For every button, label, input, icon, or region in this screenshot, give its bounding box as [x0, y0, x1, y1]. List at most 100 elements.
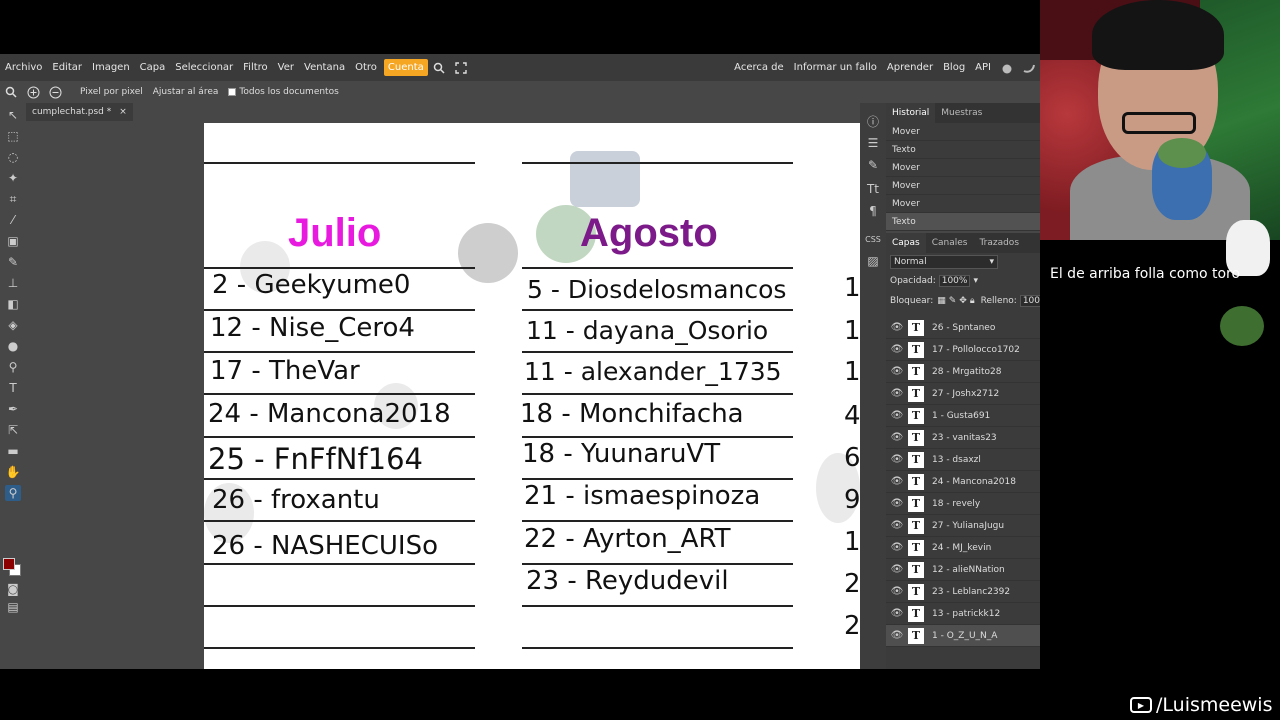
blend-mode-select[interactable]: Normal ▾: [890, 255, 998, 269]
history-item[interactable]: Mover: [886, 123, 1040, 141]
menu-editar[interactable]: Editar: [47, 62, 87, 73]
menu-blog[interactable]: Blog: [938, 62, 970, 73]
magic-wand-icon[interactable]: ✦: [5, 170, 21, 186]
close-icon[interactable]: ×: [119, 103, 127, 121]
menu-seleccionar[interactable]: Seleccionar: [170, 62, 238, 73]
fill-input[interactable]: 100%: [1019, 295, 1040, 307]
css-icon[interactable]: CSS: [865, 231, 881, 247]
zoom-out-icon[interactable]: [48, 85, 62, 99]
stamp-tool-icon[interactable]: ⊥: [5, 275, 21, 291]
foreground-color-swatch[interactable]: [3, 558, 15, 570]
brush-settings-icon[interactable]: ✎: [865, 157, 881, 173]
layer-row[interactable]: 👁︎ T 18 - revely: [886, 493, 1040, 515]
lock-all-icon[interactable]: 🔒︎: [970, 296, 975, 306]
dodge-tool-icon[interactable]: ⚲: [5, 359, 21, 375]
canvas[interactable]: Julio 2 - Geekyume0 12 - Nise_Cero4 17 -…: [204, 123, 860, 669]
menu-otro[interactable]: Otro: [350, 62, 382, 73]
zoom-in-icon[interactable]: [26, 85, 40, 99]
layer-row[interactable]: 👁︎ T 12 - alieNNation: [886, 559, 1040, 581]
menu-about[interactable]: Acerca de: [729, 62, 789, 73]
layer-row[interactable]: 👁︎ T 23 - vanitas23: [886, 427, 1040, 449]
zoom-icon[interactable]: [4, 85, 18, 99]
opacity-input[interactable]: 100%: [938, 275, 971, 287]
tab-history[interactable]: Historial: [886, 103, 936, 123]
tab-paths[interactable]: Trazados: [973, 238, 1025, 248]
eye-icon[interactable]: 👁︎: [886, 432, 908, 443]
twitter-icon[interactable]: [1022, 61, 1036, 75]
menu-capa[interactable]: Capa: [135, 62, 171, 73]
eye-icon[interactable]: 👁︎: [886, 520, 908, 531]
eye-icon[interactable]: 👁︎: [886, 586, 908, 597]
paragraph-icon[interactable]: ¶: [865, 203, 881, 219]
layer-row[interactable]: 👁︎ T 13 - patrickk12: [886, 603, 1040, 625]
layer-row[interactable]: 👁︎ T 27 - Joshx2712: [886, 383, 1040, 405]
reddit-icon[interactable]: [1000, 61, 1014, 75]
character-icon[interactable]: Tt: [865, 181, 881, 197]
fit-area-button[interactable]: Ajustar al área: [153, 87, 219, 97]
quick-mask-icon[interactable]: ◙: [5, 581, 21, 597]
search-icon[interactable]: [432, 61, 446, 75]
menu-imagen[interactable]: Imagen: [87, 62, 135, 73]
eye-icon[interactable]: 👁︎: [886, 498, 908, 509]
eraser-tool-icon[interactable]: ◧: [5, 296, 21, 312]
eyedropper-icon[interactable]: ⁄: [5, 212, 21, 228]
tab-channels[interactable]: Canales: [926, 238, 974, 248]
info-icon[interactable]: ⓘ: [865, 113, 881, 129]
eye-icon[interactable]: 👁︎: [886, 388, 908, 399]
shape-tool-icon[interactable]: ▬: [5, 443, 21, 459]
layer-row[interactable]: 👁︎ T 1 - Gusta691: [886, 405, 1040, 427]
move-tool-icon[interactable]: ↖: [5, 107, 21, 123]
eye-icon[interactable]: 👁︎: [886, 476, 908, 487]
layer-row[interactable]: 👁︎ T 28 - Mrgatito28: [886, 361, 1040, 383]
fullscreen-icon[interactable]: [454, 61, 468, 75]
layer-row[interactable]: 👁︎ T 13 - dsaxzl: [886, 449, 1040, 471]
layer-row[interactable]: 👁︎ T 27 - YulianaJugu: [886, 515, 1040, 537]
eye-icon[interactable]: 👁︎: [886, 630, 908, 641]
lasso-tool-icon[interactable]: ◌: [5, 149, 21, 165]
menu-learn[interactable]: Aprender: [882, 62, 938, 73]
history-item[interactable]: Texto: [886, 141, 1040, 159]
tab-layers[interactable]: Capas: [886, 233, 926, 253]
lock-transparency-icon[interactable]: ▦: [937, 296, 946, 306]
eye-icon[interactable]: 👁︎: [886, 344, 908, 355]
layer-row[interactable]: 👁︎ T 17 - Pollolocco1702: [886, 339, 1040, 361]
layer-row[interactable]: 👁︎ T 23 - Leblanc2392: [886, 581, 1040, 603]
lock-position-icon[interactable]: ✥: [959, 296, 967, 306]
document-tab[interactable]: cumplechat.psd * ×: [26, 103, 133, 121]
eye-icon[interactable]: 👁︎: [886, 410, 908, 421]
image-icon[interactable]: ▨: [865, 253, 881, 269]
menu-archivo[interactable]: Archivo: [0, 62, 47, 73]
healing-tool-icon[interactable]: ▣: [5, 233, 21, 249]
layer-row[interactable]: 👁︎ T 24 - MJ_kevin: [886, 537, 1040, 559]
layer-row-selected[interactable]: 👁︎ T 1 - O_Z_U_N_A: [886, 625, 1040, 647]
history-item[interactable]: Mover: [886, 195, 1040, 213]
zoom-tool-icon[interactable]: ⚲: [5, 485, 21, 501]
menu-ver[interactable]: Ver: [273, 62, 299, 73]
lock-pixels-icon[interactable]: ✎: [949, 296, 957, 306]
screen-mode-icon[interactable]: ▤: [5, 599, 21, 615]
account-button[interactable]: Cuenta: [383, 59, 428, 76]
crop-tool-icon[interactable]: ⌗: [5, 191, 21, 207]
eye-icon[interactable]: 👁︎: [886, 454, 908, 465]
chevron-down-icon[interactable]: ▾: [973, 276, 978, 286]
history-item-current[interactable]: Texto: [886, 213, 1040, 231]
pen-tool-icon[interactable]: ✒: [5, 401, 21, 417]
menu-report-bug[interactable]: Informar un fallo: [789, 62, 882, 73]
menu-api[interactable]: API: [970, 62, 996, 73]
eye-icon[interactable]: 👁︎: [886, 366, 908, 377]
tab-swatches[interactable]: Muestras: [935, 108, 988, 118]
history-item[interactable]: Mover: [886, 159, 1040, 177]
brush-tool-icon[interactable]: ✎: [5, 254, 21, 270]
type-tool-icon[interactable]: T: [5, 380, 21, 396]
fill-tool-icon[interactable]: ◈: [5, 317, 21, 333]
layer-row[interactable]: 👁︎ T 24 - Mancona2018: [886, 471, 1040, 493]
blur-tool-icon[interactable]: ●: [5, 338, 21, 354]
eye-icon[interactable]: 👁︎: [886, 542, 908, 553]
layer-row[interactable]: 👁︎ T 26 - Spntaneo: [886, 317, 1040, 339]
hand-tool-icon[interactable]: ✋: [5, 464, 21, 480]
history-item[interactable]: Mover: [886, 177, 1040, 195]
adjustments-icon[interactable]: ☰: [865, 135, 881, 151]
eye-icon[interactable]: 👁︎: [886, 608, 908, 619]
eye-icon[interactable]: 👁︎: [886, 322, 908, 333]
eye-icon[interactable]: 👁︎: [886, 564, 908, 575]
